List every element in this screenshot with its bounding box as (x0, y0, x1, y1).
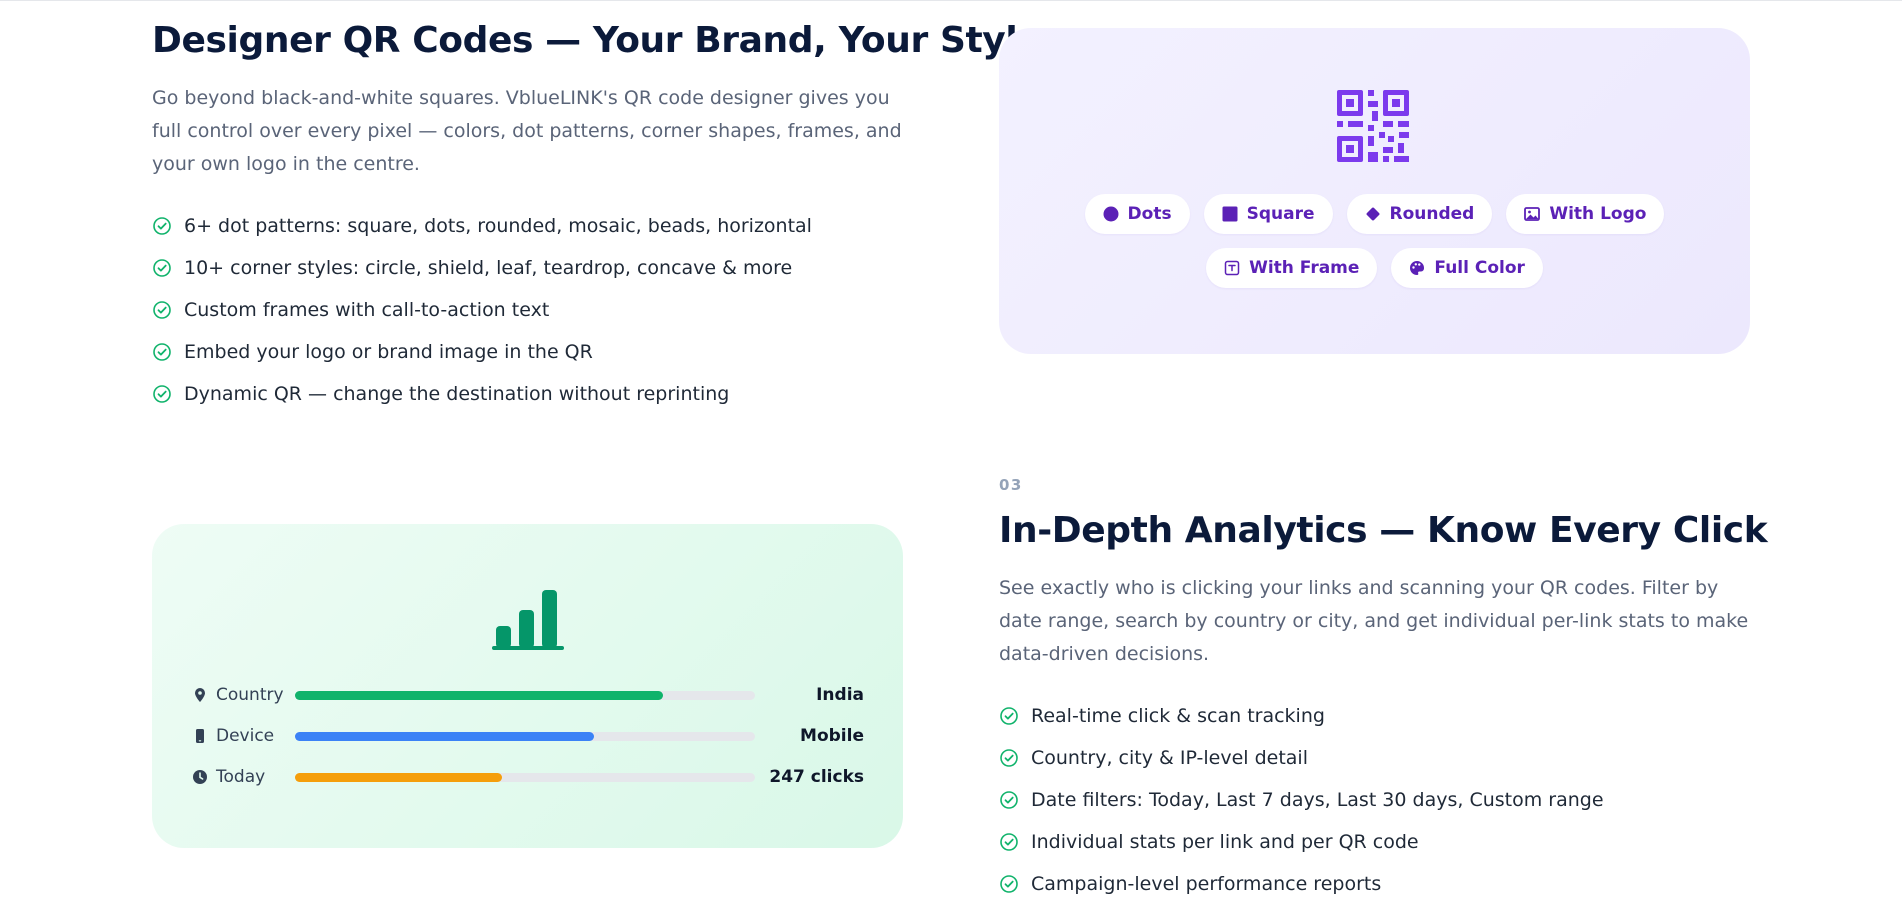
list-item: Campaign-level performance reports (999, 863, 1759, 900)
feature-text: Custom frames with call-to-action text (184, 299, 550, 321)
analytics-section-text: 03 In-Depth Analytics — Know Every Click… (999, 476, 1768, 900)
list-item: Individual stats per link and per QR cod… (999, 821, 1759, 863)
check-circle-icon (1000, 749, 1018, 767)
qr-section-description: Go beyond black-and-white squares. Vblue… (152, 87, 902, 175)
check-circle-icon (1000, 875, 1018, 893)
stat-label: Device (192, 726, 295, 746)
feature-text: Country, city & IP-level detail (1031, 747, 1308, 769)
list-item: Date filters: Today, Last 7 days, Last 3… (999, 779, 1759, 821)
stat-label-text: Today (216, 767, 266, 787)
feature-text: Date filters: Today, Last 7 days, Last 3… (1031, 789, 1604, 811)
diamond-icon (1366, 207, 1379, 221)
qr-section-title: Designer QR Codes — Your Brand, Your Sty… (152, 20, 1042, 61)
progress-fill (295, 690, 663, 700)
feature-text: Campaign-level performance reports (1031, 873, 1382, 895)
pill-label: Dots (1127, 204, 1172, 224)
list-item: 6+ dot patterns: square, dots, rounded, … (152, 205, 912, 247)
check-circle-icon (1000, 833, 1018, 851)
analytics-section-title: In-Depth Analytics — Know Every Click (999, 510, 1768, 551)
pill-full-color[interactable]: Full Color (1391, 248, 1543, 288)
pill-label: Full Color (1434, 258, 1525, 278)
stat-row-device: Device Mobile (192, 724, 864, 748)
stat-label-text: Device (216, 726, 275, 746)
feature-text: Dynamic QR — change the destination with… (184, 383, 730, 405)
list-item: Dynamic QR — change the destination with… (152, 373, 912, 415)
pill-dots[interactable]: Dots (1084, 194, 1190, 234)
map-pin-icon (195, 688, 205, 702)
progress-track (295, 690, 755, 700)
progress-track (295, 772, 755, 782)
pill-label: With Frame (1249, 258, 1360, 278)
bar-chart-icon (492, 590, 564, 650)
pill-with-logo[interactable]: With Logo (1506, 194, 1665, 234)
pill-label: Square (1246, 204, 1315, 224)
list-item: Country, city & IP-level detail (999, 737, 1759, 779)
pill-label: Rounded (1389, 204, 1475, 224)
list-item: Custom frames with call-to-action text (152, 289, 912, 331)
list-item: 10+ corner styles: circle, shield, leaf,… (152, 247, 912, 289)
palette-icon (1410, 260, 1425, 275)
stat-row-today: Today 247 clicks (192, 765, 864, 789)
stat-value: 247 clicks (769, 767, 864, 787)
pill-label: With Logo (1549, 204, 1647, 224)
check-circle-icon (1000, 791, 1018, 809)
circle-icon (1103, 206, 1119, 222)
stat-row-country: Country India (192, 683, 864, 707)
stat-value: India (816, 685, 864, 705)
pattern-pill-row: With Frame Full Color (999, 248, 1750, 288)
check-circle-icon (153, 301, 171, 319)
analytics-feature-list: Real-time click & scan tracking Country,… (999, 695, 1759, 900)
frame-icon (1224, 260, 1240, 276)
feature-text: Individual stats per link and per QR cod… (1031, 831, 1419, 853)
feature-text: Embed your logo or brand image in the QR (184, 341, 593, 363)
progress-fill (295, 731, 594, 741)
feature-text: 10+ corner styles: circle, shield, leaf,… (184, 257, 793, 279)
phone-icon (196, 729, 204, 743)
stat-value: Mobile (800, 726, 864, 746)
pill-rounded[interactable]: Rounded (1346, 194, 1493, 234)
list-item: Real-time click & scan tracking (999, 695, 1759, 737)
check-circle-icon (1000, 707, 1018, 725)
progress-fill (295, 772, 502, 782)
check-circle-icon (153, 343, 171, 361)
feature-text: 6+ dot patterns: square, dots, rounded, … (184, 215, 812, 237)
image-icon (1524, 207, 1541, 221)
check-circle-icon (153, 217, 171, 235)
pill-square[interactable]: Square (1203, 194, 1333, 234)
progress-track (295, 731, 755, 741)
list-item: Embed your logo or brand image in the QR (152, 331, 912, 373)
analytics-section-description: See exactly who is clicking your links a… (999, 577, 1749, 665)
pill-with-frame[interactable]: With Frame (1206, 248, 1378, 288)
qr-feature-list: 6+ dot patterns: square, dots, rounded, … (152, 205, 912, 415)
stat-label: Today (192, 767, 295, 787)
stat-label-text: Country (216, 685, 284, 705)
section-number: 03 (999, 476, 1023, 494)
check-circle-icon (153, 259, 171, 277)
square-icon (1222, 206, 1238, 222)
check-circle-icon (153, 385, 171, 403)
qr-style-card: Dots Square Rounded With Logo With Frame… (999, 28, 1750, 354)
stat-label: Country (192, 685, 295, 705)
qr-code-icon (1337, 90, 1409, 162)
clock-icon (193, 770, 207, 784)
feature-text: Real-time click & scan tracking (1031, 705, 1325, 727)
top-divider (0, 0, 1902, 1)
qr-section-text: Designer QR Codes — Your Brand, Your Sty… (152, 18, 1042, 415)
analytics-card: Country India Device Mobile Today 247 cl… (152, 524, 903, 848)
pattern-pill-row: Dots Square Rounded With Logo (999, 194, 1750, 234)
